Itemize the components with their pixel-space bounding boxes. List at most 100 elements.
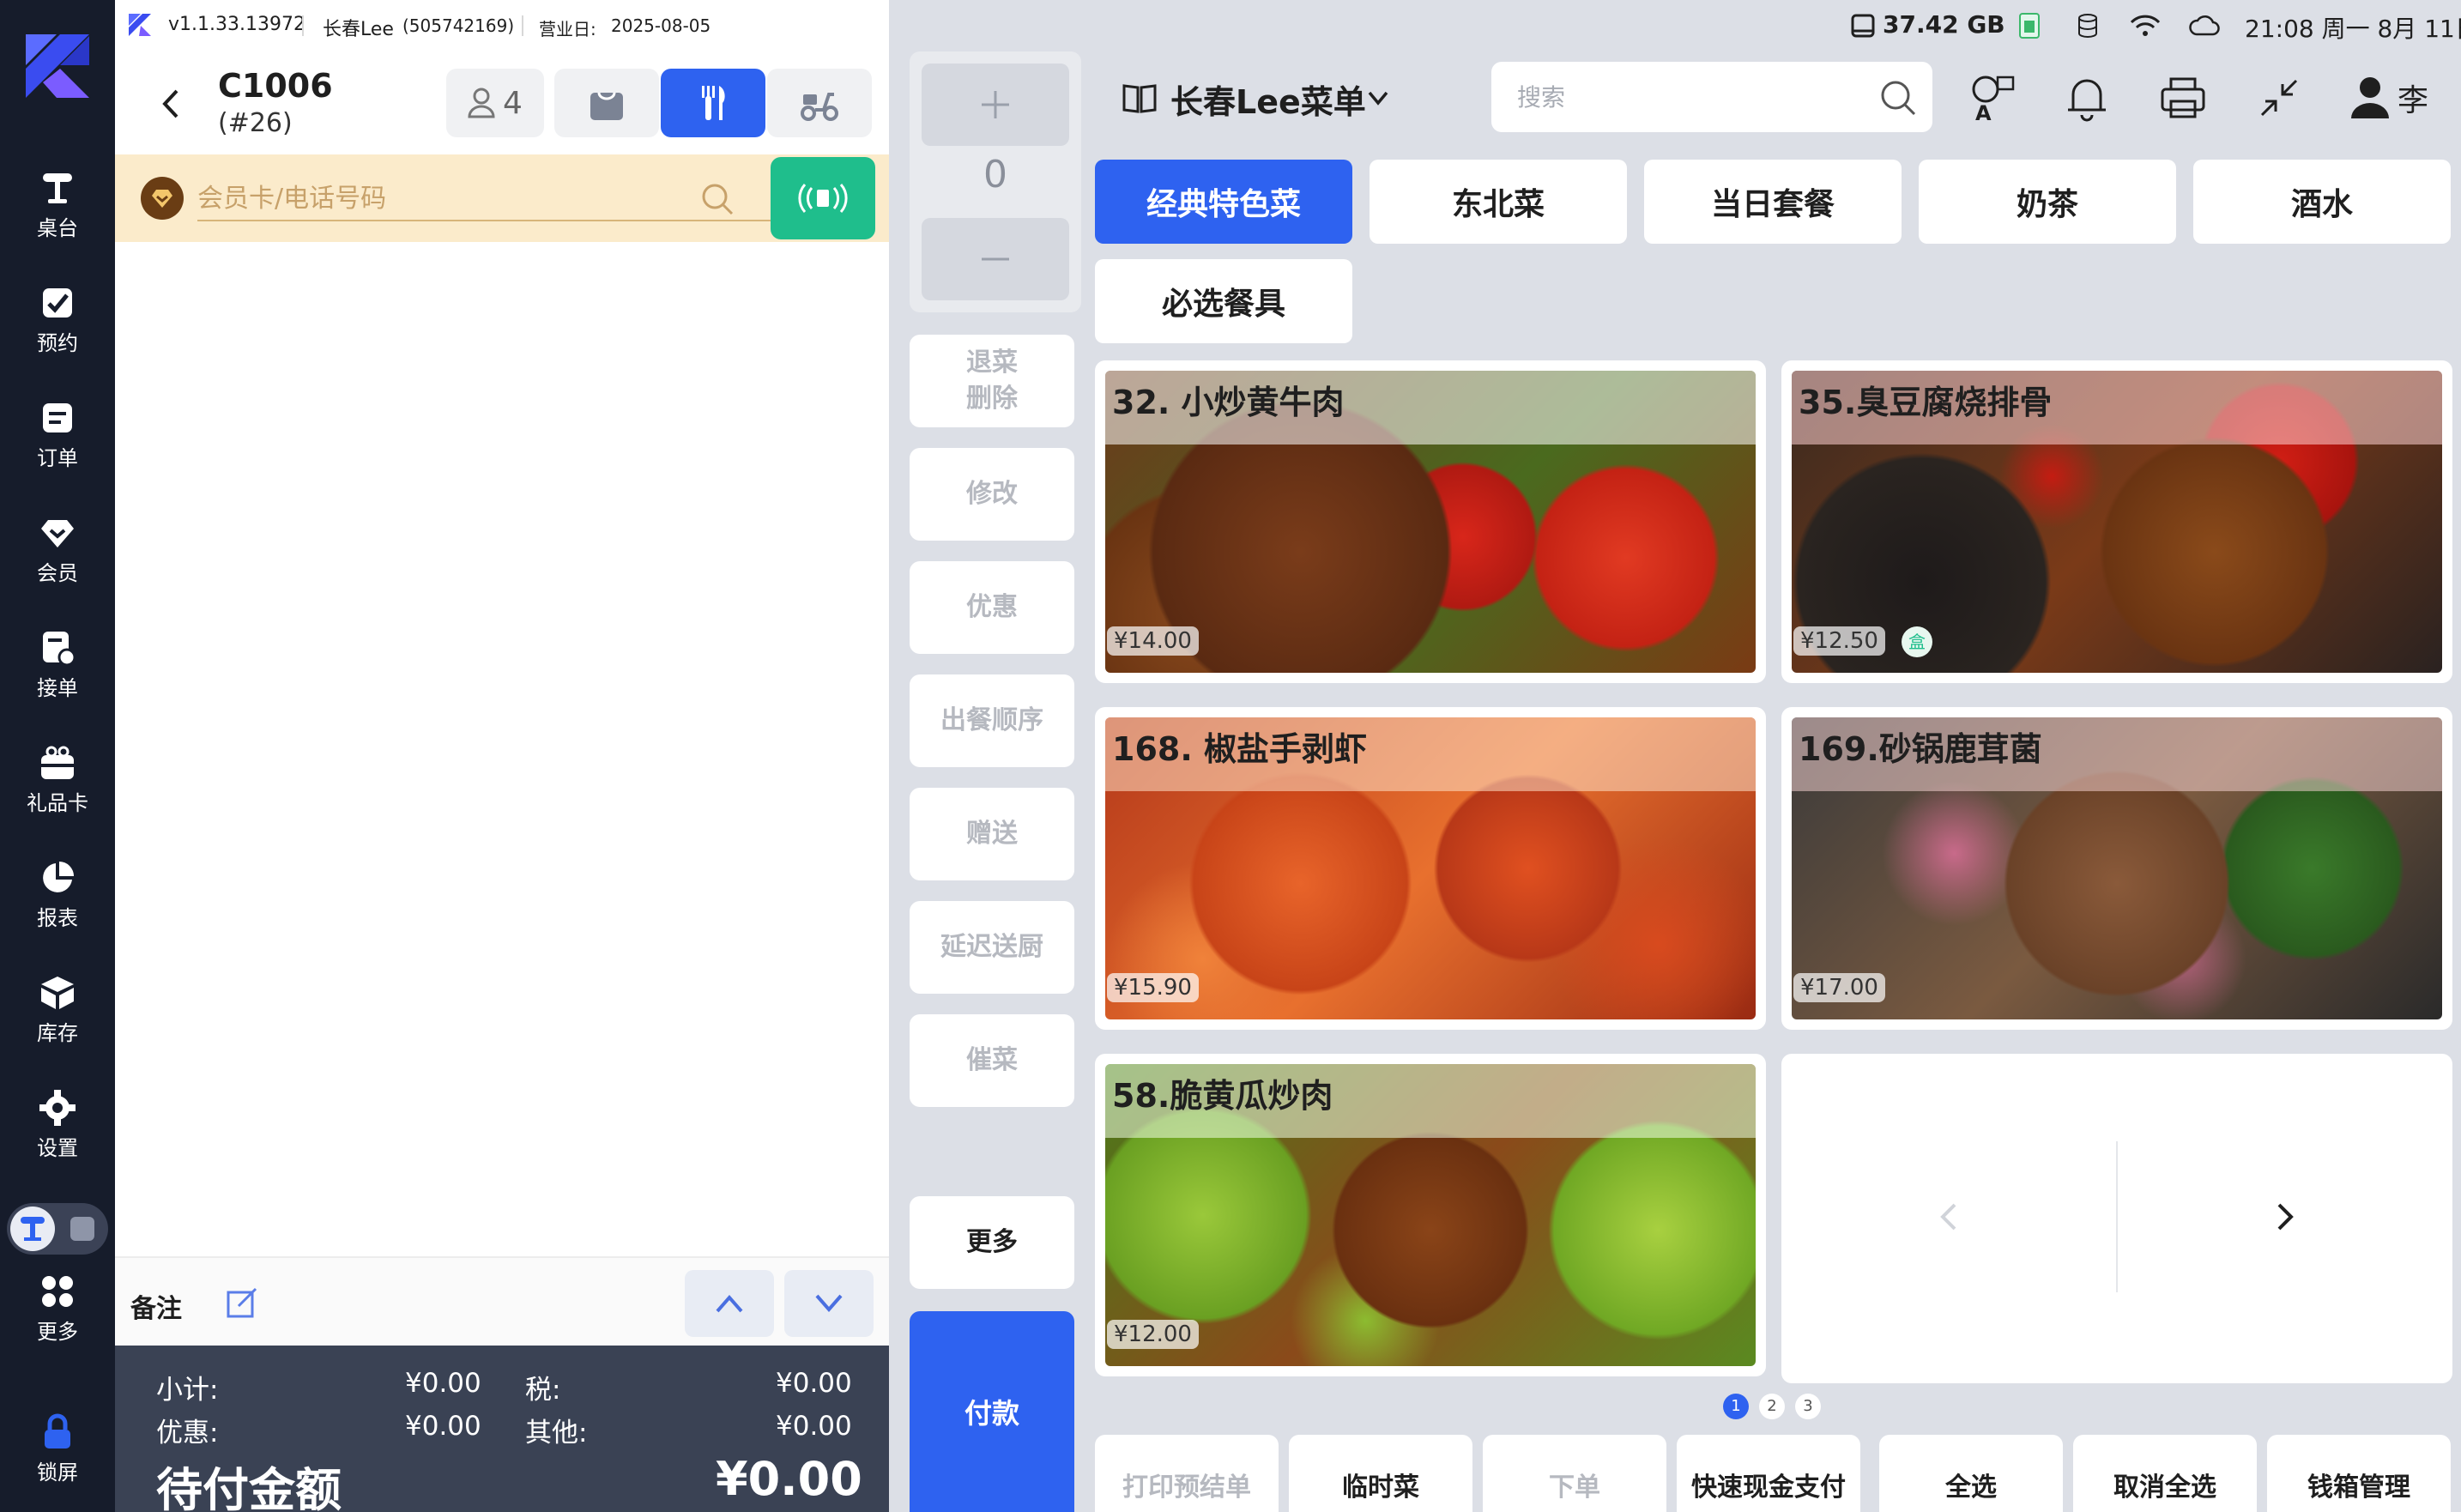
page-dot[interactable]: 2 — [1759, 1394, 1785, 1419]
collapse-icon[interactable] — [2253, 72, 2305, 124]
more-actions-button[interactable]: 更多 — [910, 1196, 1074, 1289]
cloud-icon — [2189, 15, 2220, 36]
cash-drawer-button[interactable]: 钱箱管理 — [2267, 1435, 2451, 1512]
category-tab-tableware[interactable]: 必选餐具 — [1095, 259, 1352, 343]
increase-button[interactable] — [922, 64, 1069, 146]
nav-item-reservation[interactable]: 预约 — [0, 283, 115, 386]
order-summary: 小计: ¥0.00 税: ¥0.00 优惠: ¥0.00 其他: ¥0.00 待… — [115, 1346, 889, 1512]
nav-item-more[interactable]: 更多 — [0, 1272, 115, 1375]
printer-icon[interactable] — [2157, 72, 2209, 124]
nav-item-receive[interactable]: 接单 — [0, 628, 115, 731]
table-number: C1006 — [218, 67, 333, 105]
search-icon[interactable] — [700, 182, 735, 216]
dish-price: ¥12.00 — [1107, 1320, 1199, 1349]
pay-button[interactable]: 付款 — [910, 1311, 1074, 1512]
search-icon[interactable] — [1879, 79, 1917, 117]
bell-icon[interactable] — [2061, 72, 2113, 124]
back-icon[interactable] — [149, 82, 192, 125]
sim-card-icon — [2019, 13, 2040, 39]
nav-item-report[interactable]: 报表 — [0, 858, 115, 961]
nav-label: 报表 — [37, 906, 78, 930]
void-delete-button[interactable]: 退菜 删除 — [910, 335, 1074, 427]
more-icon — [42, 1276, 73, 1307]
quick-cash-pay-button[interactable]: 快速现金支付 — [1677, 1435, 1860, 1512]
scroll-up-button[interactable] — [685, 1270, 774, 1337]
dish-card[interactable]: 32. 小炒黄牛肉 ¥14.00 — [1095, 360, 1766, 683]
page-dot[interactable]: 3 — [1795, 1394, 1821, 1419]
category-tab-classic[interactable]: 经典特色菜 — [1095, 160, 1352, 244]
dish-card[interactable]: 58.脆黄瓜炒肉 ¥12.00 — [1095, 1054, 1766, 1376]
dish-card[interactable]: 169.砂锅鹿茸菌 ¥17.00 — [1781, 707, 2452, 1030]
category-tab-drinks[interactable]: 酒水 — [2193, 160, 2451, 244]
nav-label: 预约 — [37, 331, 78, 355]
divider — [2116, 1141, 2118, 1292]
storage-icon — [1851, 14, 1875, 38]
serving-order-button[interactable]: 出餐顺序 — [910, 674, 1074, 767]
member-search-input[interactable] — [197, 177, 855, 221]
nav-item-lock[interactable]: 锁屏 — [0, 1412, 115, 1512]
side-nav: 桌台 预约 订单 会员 接单 礼品卡 报表 库存 设置 更多 锁屏 — [0, 0, 115, 1512]
nfc-read-button[interactable] — [771, 157, 875, 239]
nav-item-table[interactable]: 桌台 — [0, 168, 115, 271]
user-name[interactable]: 李 — [2398, 76, 2428, 120]
status-bar: 37.42 GB 21:08 周一 8月 11日 — [1104, 0, 2461, 53]
nav-item-orders[interactable]: 订单 — [0, 398, 115, 501]
print-pre-bill-button[interactable]: 打印预结单 — [1095, 1435, 1279, 1512]
other-value: ¥0.00 — [776, 1411, 852, 1442]
quick-mode-toggle[interactable] — [70, 1217, 94, 1241]
discount-button[interactable]: 优惠 — [910, 561, 1074, 654]
dish-name: 169.砂锅鹿茸菌 — [1799, 730, 2042, 768]
deselect-all-button[interactable]: 取消全选 — [2073, 1435, 2257, 1512]
nav-item-member[interactable]: 会员 — [0, 513, 115, 616]
menu-search-box[interactable] — [1491, 62, 1932, 132]
note-label: 备注 — [130, 1294, 182, 1324]
minus-icon — [982, 257, 1009, 261]
guest-count-button[interactable]: 4 — [446, 69, 544, 137]
report-icon — [43, 862, 74, 892]
dish-name: 168. 椒盐手剥虾 — [1112, 730, 1367, 768]
decrease-button[interactable] — [922, 218, 1069, 300]
category-tab-northeast[interactable]: 东北菜 — [1370, 160, 1627, 244]
delay-kitchen-button[interactable]: 延迟送厨 — [910, 901, 1074, 994]
table-mode-toggle[interactable] — [10, 1207, 55, 1251]
translate-icon[interactable]: A — [1967, 72, 2018, 124]
nav-item-gift-card[interactable]: 礼品卡 — [0, 743, 115, 846]
delivery-button[interactable] — [767, 69, 872, 137]
lock-icon — [45, 1413, 70, 1448]
chevron-up-icon — [716, 1294, 743, 1313]
reservation-icon — [43, 288, 72, 318]
mode-switcher[interactable] — [7, 1203, 108, 1255]
scroll-down-button[interactable] — [784, 1270, 874, 1337]
nav-item-settings[interactable]: 设置 — [0, 1088, 115, 1191]
user-avatar-icon[interactable] — [2344, 72, 2396, 124]
chevron-left-icon[interactable] — [1938, 1201, 1958, 1232]
edit-note-icon[interactable] — [225, 1285, 259, 1320]
menu-search-input[interactable] — [1517, 77, 1860, 117]
chevron-right-icon[interactable] — [2276, 1201, 2296, 1232]
business-date-label: 营业日: — [539, 19, 596, 39]
dine-in-button[interactable] — [661, 69, 765, 137]
place-order-button[interactable]: 下单 — [1483, 1435, 1666, 1512]
order-icon — [43, 403, 72, 432]
category-tab-daily-set[interactable]: 当日套餐 — [1644, 160, 1902, 244]
category-tab-milk-tea[interactable]: 奶茶 — [1919, 160, 2176, 244]
store-name: 长春Lee — [323, 19, 394, 40]
dish-card[interactable]: 35.臭豆腐烧排骨 ¥12.50 盒 — [1781, 360, 2452, 683]
gift-item-button[interactable]: 赠送 — [910, 788, 1074, 880]
bag-icon — [590, 92, 623, 120]
subtotal-label: 小计: — [156, 1375, 219, 1406]
temporary-dish-button[interactable]: 临时菜 — [1289, 1435, 1472, 1512]
dish-card[interactable]: 168. 椒盐手剥虾 ¥15.90 — [1095, 707, 1766, 1030]
takeout-bag-button[interactable] — [554, 69, 659, 137]
modify-button[interactable]: 修改 — [910, 448, 1074, 541]
select-all-button[interactable]: 全选 — [1879, 1435, 2063, 1512]
page-nav-card — [1781, 1054, 2452, 1383]
gift-card-icon — [41, 746, 74, 779]
nav-item-inventory[interactable]: 库存 — [0, 973, 115, 1076]
quantity-stepper: 0 — [910, 51, 1081, 312]
page-dot[interactable]: 1 — [1723, 1394, 1749, 1419]
nav-label: 锁屏 — [37, 1461, 78, 1485]
nfc-icon — [798, 184, 848, 213]
rush-order-button[interactable]: 催菜 — [910, 1014, 1074, 1107]
nav-label: 接单 — [37, 676, 78, 700]
